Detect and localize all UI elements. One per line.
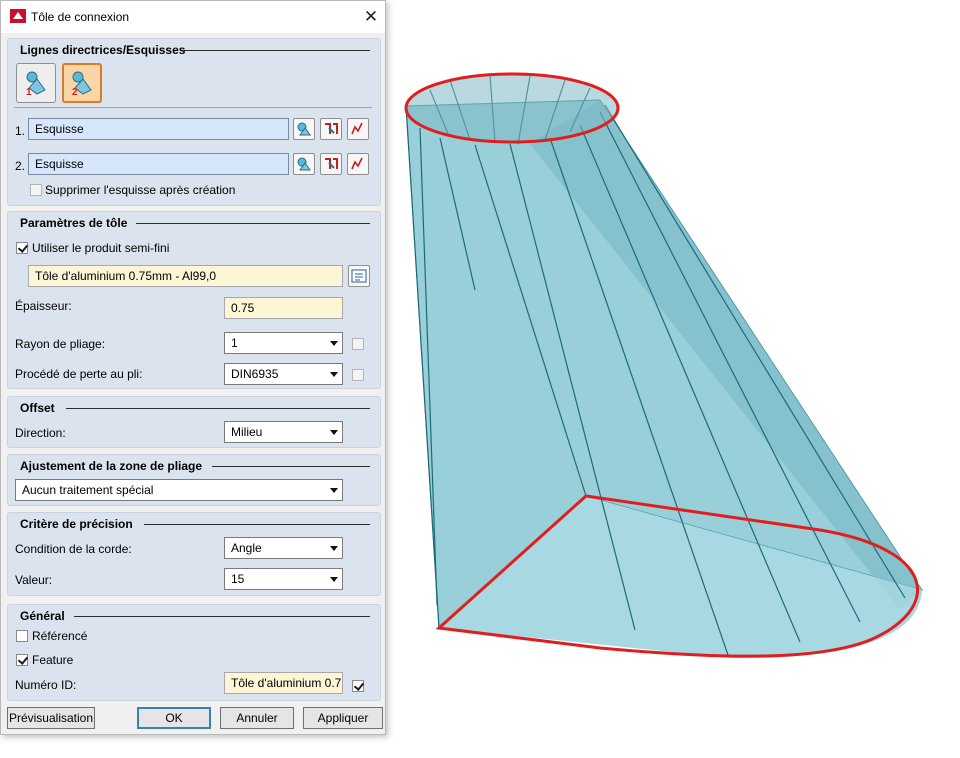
id-label: Numéro ID: bbox=[15, 678, 77, 692]
chevron-down-icon bbox=[330, 430, 338, 435]
toolbar-divider bbox=[14, 107, 372, 108]
guidelines-title: Lignes directrices/Esquisses bbox=[20, 43, 186, 57]
chevron-down-icon bbox=[330, 546, 338, 551]
thickness-label: Épaisseur: bbox=[15, 299, 72, 313]
sheet-params-section: Paramètres de tôle Utiliser le produit s… bbox=[7, 211, 381, 389]
chevron-down-icon bbox=[330, 341, 338, 346]
delete-sketch-checkbox[interactable] bbox=[30, 184, 42, 196]
chord-select[interactable]: Angle bbox=[224, 537, 343, 559]
value-label: Valeur: bbox=[15, 573, 53, 587]
id-field[interactable]: Tôle d'aluminium 0.75 bbox=[224, 672, 343, 694]
chevron-down-icon bbox=[330, 488, 338, 493]
bend-loss-select[interactable]: DIN6935 bbox=[224, 363, 343, 385]
use-semi-finished-checkbox[interactable] bbox=[16, 242, 28, 254]
delete-sketch-label: Supprimer l'esquisse après création bbox=[45, 183, 236, 197]
bend-radius-value: 1 bbox=[231, 336, 238, 350]
draw-sketch-2-button[interactable] bbox=[347, 153, 369, 175]
thickness-field[interactable]: 0.75 bbox=[224, 297, 343, 319]
direction-value: Milieu bbox=[231, 425, 263, 439]
close-button[interactable]: ✕ bbox=[357, 4, 385, 30]
offset-section: Offset Direction: Milieu bbox=[7, 396, 381, 448]
referenced-checkbox[interactable] bbox=[16, 630, 28, 642]
sketch-1-mode-button[interactable]: 1 bbox=[16, 63, 56, 103]
bend-zone-value: Aucun traitement spécial bbox=[22, 483, 154, 497]
direction-select[interactable]: Milieu bbox=[224, 421, 343, 443]
pick-sketch-icon bbox=[297, 122, 311, 136]
offset-title: Offset bbox=[20, 401, 55, 415]
edit-sketch-2-button[interactable] bbox=[320, 153, 342, 175]
sketch-1-icon: 1 bbox=[26, 71, 46, 98]
chevron-down-icon bbox=[330, 372, 338, 377]
id-checkbox[interactable] bbox=[352, 680, 364, 692]
guidelines-section: Lignes directrices/Esquisses 1 2 1. Esqu… bbox=[7, 38, 381, 206]
section-divider bbox=[66, 408, 370, 409]
precision-section: Critère de précision Condition de la cor… bbox=[7, 512, 381, 596]
bend-zone-section: Ajustement de la zone de pliage Aucun tr… bbox=[7, 454, 381, 506]
section-divider bbox=[184, 50, 370, 51]
chord-label: Condition de la corde: bbox=[15, 542, 132, 556]
precision-title: Critère de précision bbox=[20, 517, 133, 531]
pick-sketch-2-button[interactable] bbox=[293, 153, 315, 175]
feature-label: Feature bbox=[32, 653, 74, 667]
sheet-params-title: Paramètres de tôle bbox=[20, 216, 128, 230]
value-value: 15 bbox=[231, 572, 245, 586]
pick-sketch-1-button[interactable] bbox=[293, 118, 315, 140]
bend-radius-label: Rayon de pliage: bbox=[15, 337, 106, 351]
bend-radius-select[interactable]: 1 bbox=[224, 332, 343, 354]
chevron-down-icon bbox=[330, 577, 338, 582]
use-semi-finished-label: Utiliser le produit semi-fini bbox=[32, 241, 170, 255]
sketch-2-icon: 2 bbox=[72, 71, 92, 98]
general-title: Général bbox=[20, 609, 65, 623]
draw-sketch-icon bbox=[351, 157, 363, 170]
draw-sketch-1-button[interactable] bbox=[347, 118, 369, 140]
pick-sketch-icon bbox=[297, 157, 311, 171]
catalog-button[interactable] bbox=[348, 265, 370, 287]
sketch-2-index: 2. bbox=[15, 159, 26, 173]
bend-zone-title: Ajustement de la zone de pliage bbox=[20, 459, 203, 473]
edit-sketch-icon bbox=[325, 158, 338, 169]
semi-finished-field[interactable]: Tôle d'aluminium 0.75mm - Al99,0 bbox=[28, 265, 343, 287]
draw-sketch-icon bbox=[351, 122, 363, 135]
edit-sketch-1-button[interactable] bbox=[320, 118, 342, 140]
section-divider bbox=[212, 466, 370, 467]
ok-button[interactable]: OK bbox=[137, 707, 211, 729]
svg-text:2: 2 bbox=[72, 87, 78, 98]
direction-label: Direction: bbox=[15, 426, 66, 440]
sheet-connection-dialog: Tôle de connexion ✕ Lignes directrices/E… bbox=[0, 0, 386, 735]
sketch-2-field[interactable]: Esquisse bbox=[28, 153, 289, 175]
bend-loss-label: Procédé de perte au pli: bbox=[15, 367, 143, 381]
close-icon: ✕ bbox=[363, 7, 379, 26]
svg-text:1: 1 bbox=[26, 87, 32, 98]
section-divider bbox=[136, 223, 370, 224]
bend-radius-checkbox[interactable] bbox=[352, 338, 364, 350]
dialog-title: Tôle de connexion bbox=[31, 10, 130, 24]
title-bar[interactable]: Tôle de connexion ✕ bbox=[1, 1, 385, 33]
section-divider bbox=[74, 616, 370, 617]
referenced-label: Référencé bbox=[32, 629, 88, 643]
edit-sketch-icon bbox=[325, 123, 338, 134]
catalog-icon bbox=[351, 269, 367, 283]
cancel-button[interactable]: Annuler bbox=[220, 707, 294, 729]
feature-checkbox[interactable] bbox=[16, 654, 28, 666]
app-logo-icon bbox=[10, 9, 26, 23]
sheet-metal-model-view[interactable] bbox=[400, 70, 940, 670]
sketch-2-mode-button[interactable]: 2 bbox=[62, 63, 102, 103]
sketch-1-index: 1. bbox=[15, 124, 26, 138]
bend-loss-checkbox[interactable] bbox=[352, 369, 364, 381]
apply-button[interactable]: Appliquer bbox=[303, 707, 383, 729]
value-select[interactable]: 15 bbox=[224, 568, 343, 590]
sketch-1-field[interactable]: Esquisse bbox=[28, 118, 289, 140]
preview-button[interactable]: Prévisualisation bbox=[7, 707, 95, 729]
bend-loss-value: DIN6935 bbox=[231, 367, 279, 381]
bend-zone-select[interactable]: Aucun traitement spécial bbox=[15, 479, 343, 501]
chord-value: Angle bbox=[231, 541, 262, 555]
general-section: Général Référencé Feature Numéro ID: Tôl… bbox=[7, 604, 381, 701]
section-divider bbox=[144, 524, 370, 525]
